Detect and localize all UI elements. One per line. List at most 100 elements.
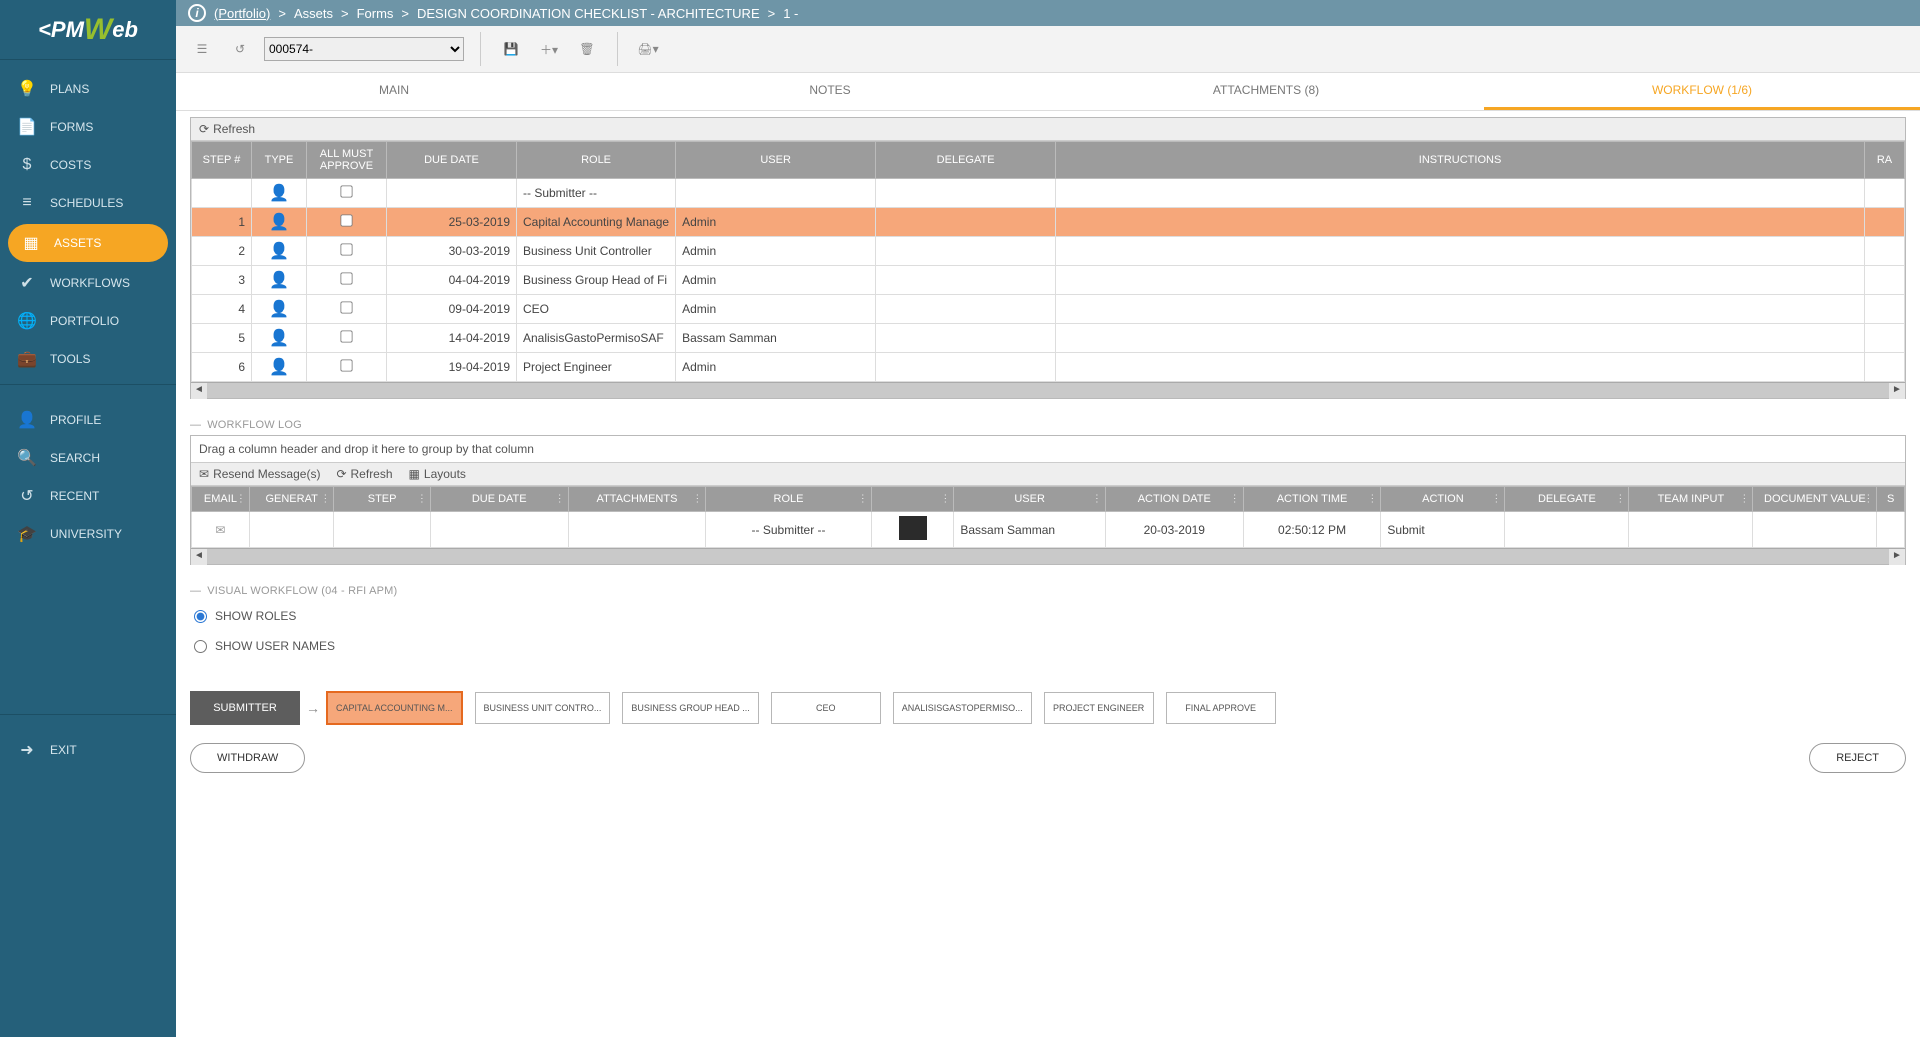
- col-delegate[interactable]: DELEGATE⋮: [1505, 487, 1629, 512]
- workflow-row[interactable]: 4👤09-04-2019CEOAdmin: [192, 295, 1905, 324]
- workflow-row[interactable]: 👤-- Submitter --: [192, 179, 1905, 208]
- workflow-row[interactable]: 1👤25-03-2019Capital Accounting ManageAdm…: [192, 208, 1905, 237]
- refresh-button[interactable]: ⟳ Refresh: [199, 122, 255, 136]
- sidebar-item-recent[interactable]: ↺RECENT: [0, 477, 176, 515]
- sidebar-item-portfolio[interactable]: 🌐PORTFOLIO: [0, 302, 176, 340]
- tab-workflow[interactable]: WORKFLOW (1/6): [1484, 73, 1920, 110]
- col-actiontime[interactable]: ACTION TIME⋮: [1243, 487, 1381, 512]
- col-delegate[interactable]: DELEGATE: [876, 142, 1056, 179]
- col-email[interactable]: EMAIL⋮: [192, 487, 250, 512]
- col-type[interactable]: TYPE: [252, 142, 307, 179]
- show-users-radio[interactable]: [194, 640, 207, 653]
- cell-step: 2: [192, 237, 252, 266]
- col-allmust[interactable]: ALL MUST APPROVE: [307, 142, 387, 179]
- col-role[interactable]: ROLE⋮: [706, 487, 871, 512]
- breadcrumb-doc[interactable]: DESIGN COORDINATION CHECKLIST - ARCHITEC…: [417, 6, 760, 21]
- col-user[interactable]: USER: [676, 142, 876, 179]
- col-step[interactable]: STEP #: [192, 142, 252, 179]
- reject-button[interactable]: REJECT: [1809, 743, 1906, 773]
- col-ra[interactable]: RA: [1865, 142, 1905, 179]
- sidebar-item-exit[interactable]: ➜EXIT: [0, 731, 176, 769]
- breadcrumb-portfolio[interactable]: (Portfolio): [214, 6, 270, 21]
- col-generat[interactable]: GENERAT⋮: [249, 487, 334, 512]
- allmust-checkbox[interactable]: [340, 301, 352, 313]
- flow-box[interactable]: CAPITAL ACCOUNTING M...: [326, 691, 463, 725]
- history-icon[interactable]: ↺: [226, 35, 254, 63]
- scroll-left-icon[interactable]: ◄: [191, 549, 207, 565]
- save-icon[interactable]: 💾: [497, 35, 525, 63]
- col-attachments[interactable]: ATTACHMENTS⋮: [568, 487, 706, 512]
- sidebar-item-workflows[interactable]: ✔WORKFLOWS: [0, 264, 176, 302]
- sidebar-item-profile[interactable]: 👤PROFILE: [0, 401, 176, 439]
- info-icon[interactable]: i: [188, 4, 206, 22]
- sidebar-item-forms[interactable]: 📄FORMS: [0, 108, 176, 146]
- col-teaminput[interactable]: TEAM INPUT⋮: [1629, 487, 1753, 512]
- scroll-left-icon[interactable]: ◄: [191, 383, 207, 399]
- col-user[interactable]: USER⋮: [954, 487, 1106, 512]
- log-row[interactable]: ✉ -- Submitter -- Bassam Samman 20-03-20…: [192, 512, 1905, 548]
- col-due[interactable]: DUE DATE⋮: [430, 487, 568, 512]
- sidebar-item-search[interactable]: 🔍SEARCH: [0, 439, 176, 477]
- workflow-row[interactable]: 3👤04-04-2019Business Group Head of FiAdm…: [192, 266, 1905, 295]
- allmust-checkbox[interactable]: [340, 330, 352, 342]
- tab-main[interactable]: MAIN: [176, 73, 612, 110]
- sidebar-item-tools[interactable]: 💼TOOLS: [0, 340, 176, 378]
- workflow-row[interactable]: 5👤14-04-2019AnalisisGastoPermisoSAFBassa…: [192, 324, 1905, 353]
- list-icon[interactable]: ☰: [188, 35, 216, 63]
- breadcrumb-assets[interactable]: Assets: [294, 6, 333, 21]
- breadcrumb-forms[interactable]: Forms: [357, 6, 394, 21]
- group-hint[interactable]: Drag a column header and drop it here to…: [191, 436, 1905, 463]
- cell-due: 19-04-2019: [387, 353, 517, 382]
- delete-icon[interactable]: 🗑: [573, 35, 601, 63]
- scroll-right-icon[interactable]: ►: [1889, 383, 1905, 399]
- workflow-row[interactable]: 6👤19-04-2019Project EngineerAdmin: [192, 353, 1905, 382]
- flow-box[interactable]: FINAL APPROVE: [1166, 692, 1276, 724]
- workflow-log-table: EMAIL⋮ GENERAT⋮ STEP⋮ DUE DATE⋮ ATTACHME…: [191, 486, 1905, 548]
- col-avatar[interactable]: ⋮: [871, 487, 954, 512]
- allmust-checkbox[interactable]: [340, 359, 352, 371]
- layouts-button[interactable]: ▦ Layouts: [409, 467, 466, 481]
- col-role[interactable]: ROLE: [517, 142, 676, 179]
- col-docvalue[interactable]: DOCUMENT VALUE⋮: [1753, 487, 1877, 512]
- allmust-checkbox[interactable]: [340, 185, 352, 197]
- tab-notes[interactable]: NOTES: [612, 73, 1048, 110]
- workflow-row[interactable]: 2👤30-03-2019Business Unit ControllerAdmi…: [192, 237, 1905, 266]
- allmust-checkbox[interactable]: [340, 272, 352, 284]
- resend-button[interactable]: ✉ Resend Message(s): [199, 467, 320, 481]
- sidebar-item-university[interactable]: 🎓UNIVERSITY: [0, 515, 176, 553]
- col-instructions[interactable]: INSTRUCTIONS: [1056, 142, 1865, 179]
- flow-box[interactable]: CEO: [771, 692, 881, 724]
- sep: [480, 32, 481, 66]
- flow-box[interactable]: PROJECT ENGINEER: [1044, 692, 1154, 724]
- show-roles-radio[interactable]: [194, 610, 207, 623]
- tab-attachments[interactable]: ATTACHMENTS (8): [1048, 73, 1484, 110]
- recent-icon: ↺: [18, 487, 36, 505]
- flow-box[interactable]: SUBMITTER: [190, 691, 300, 725]
- col-s[interactable]: S: [1877, 487, 1905, 512]
- withdraw-button[interactable]: WITHDRAW: [190, 743, 305, 773]
- mail-icon[interactable]: ✉: [215, 523, 225, 537]
- sidebar-item-plans[interactable]: 💡PLANS: [0, 70, 176, 108]
- workflow-steps-table: STEP # TYPE ALL MUST APPROVE DUE DATE RO…: [191, 141, 1905, 382]
- sidebar-item-costs[interactable]: $COSTS: [0, 146, 176, 184]
- print-icon[interactable]: 🖨▾: [634, 35, 662, 63]
- flow-box[interactable]: BUSINESS UNIT CONTRO...: [475, 692, 611, 724]
- hscroll-log[interactable]: ◄►: [191, 548, 1905, 564]
- col-action[interactable]: ACTION⋮: [1381, 487, 1505, 512]
- col-actiondate[interactable]: ACTION DATE⋮: [1105, 487, 1243, 512]
- allmust-checkbox[interactable]: [340, 214, 352, 226]
- add-icon[interactable]: ＋▾: [535, 35, 563, 63]
- flow-box[interactable]: ANALISISGASTOPERMISO...: [893, 692, 1032, 724]
- scroll-right-icon[interactable]: ►: [1889, 549, 1905, 565]
- record-select[interactable]: 000574-: [264, 37, 464, 61]
- cell-role: -- Submitter --: [517, 179, 676, 208]
- col-due[interactable]: DUE DATE: [387, 142, 517, 179]
- col-step[interactable]: STEP⋮: [334, 487, 430, 512]
- log-action: Submit: [1381, 512, 1505, 548]
- refresh-log-button[interactable]: ⟳ Refresh: [336, 467, 392, 481]
- sidebar-item-assets[interactable]: ▦ASSETS: [8, 224, 168, 262]
- allmust-checkbox[interactable]: [340, 243, 352, 255]
- flow-box[interactable]: BUSINESS GROUP HEAD ...: [622, 692, 758, 724]
- sidebar-item-schedules[interactable]: ≡SCHEDULES: [0, 184, 176, 222]
- hscroll[interactable]: ◄►: [191, 382, 1905, 398]
